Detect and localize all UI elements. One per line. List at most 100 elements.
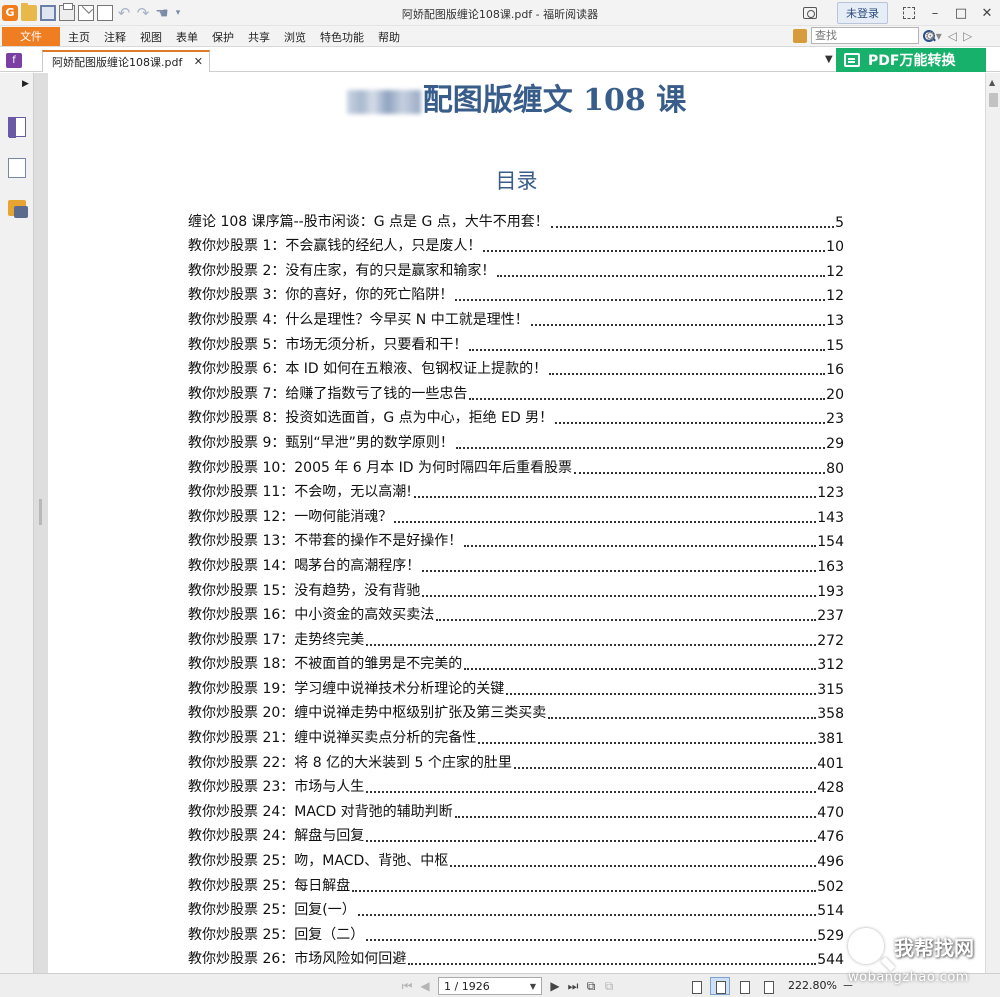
- vertical-scrollbar[interactable]: ▲: [985, 73, 1000, 973]
- menu-comment[interactable]: 注释: [104, 29, 126, 45]
- toc-entry[interactable]: 教你炒股票 7：给赚了指数亏了钱的一些忠告 20: [188, 378, 844, 403]
- comments-panel-icon[interactable]: [8, 200, 28, 218]
- toc-entry-title: 教你炒股票 6：本 ID 如何在五粮液、包钢权证上提款的！: [188, 361, 548, 378]
- toc-entry[interactable]: 教你炒股票 8：投资如选面首，G 点为中心，拒绝 ED 男！ 23: [188, 403, 844, 427]
- toc-entry-page: 20: [826, 386, 844, 403]
- toc-entry-page: 29: [826, 435, 844, 452]
- toc-entry-page: 193: [817, 583, 844, 600]
- toc-entry[interactable]: 教你炒股票 17：走势终完美 272: [188, 624, 844, 649]
- fullscreen-icon[interactable]: [903, 7, 915, 19]
- toc-entry[interactable]: 教你炒股票 24：MACD 对背弛的辅助判断 470: [188, 796, 844, 821]
- pdf-convert-promo-button[interactable]: PDF万能转换: [836, 48, 986, 72]
- toc-entry[interactable]: 教你炒股票 15：没有趋势，没有背驰 193: [188, 575, 844, 600]
- sidebar-splitter[interactable]: [34, 73, 48, 973]
- toc-entry[interactable]: 教你炒股票 2：没有庄家，有的只是赢家和输家！ 12: [188, 255, 844, 280]
- toc-entry-page: 544: [817, 952, 844, 969]
- toc-entry-page: 10: [826, 239, 844, 256]
- toc-entry[interactable]: 教你炒股票 4：什么是理性？今早买 N 中工就是理性！ 13: [188, 304, 844, 329]
- toc-entry[interactable]: 教你炒股票 10：2005 年 6 月本 ID 为何时隔四年后重看股票 80: [188, 452, 844, 477]
- single-page-view-icon[interactable]: [686, 977, 706, 995]
- toc-entry[interactable]: 教你炒股票 13：不带套的操作不是好操作！ 154: [188, 526, 844, 550]
- page-number-input[interactable]: 1 / 1926 ▼: [438, 977, 542, 995]
- toc-entry-title: 教你炒股票 7：给赚了指数亏了钱的一些忠告: [188, 385, 468, 402]
- toc-entry-page: 15: [826, 337, 844, 354]
- search-input[interactable]: [811, 27, 919, 44]
- previous-view-icon[interactable]: ◁: [948, 29, 957, 43]
- menu-file[interactable]: 文件: [2, 27, 60, 46]
- page-thumbnails-icon[interactable]: [5, 155, 26, 178]
- toc-entry-page: 502: [817, 878, 844, 895]
- continuous-facing-view-icon[interactable]: [758, 977, 778, 995]
- toc-entry[interactable]: 教你炒股票 3：你的喜好，你的死亡陷阱！ 12: [188, 280, 844, 304]
- toc-entry[interactable]: 教你炒股票 24：解盘与回复 476: [188, 821, 844, 845]
- toc-entry[interactable]: 教你炒股票 12：一吻何能消魂？ 143: [188, 501, 844, 526]
- site-watermark: 我帮找网 wobangzhao.com: [848, 926, 998, 996]
- toc-entry[interactable]: 教你炒股票 11：不会吻，无以高潮! 123: [188, 477, 844, 501]
- menu-share[interactable]: 共享: [248, 29, 270, 45]
- next-page-icon[interactable]: ▶: [546, 979, 564, 993]
- toc-entry-title: 教你炒股票 25：吻，MACD、背弛、中枢: [188, 853, 449, 870]
- tab-list-chevron-icon[interactable]: ▼: [825, 54, 833, 65]
- toc-entry[interactable]: 缠论 108 课序篇--股市闲谈：G 点是 G 点，大牛不用套！ 5: [188, 206, 844, 231]
- search-mode-icon[interactable]: [793, 28, 807, 43]
- toc-entry[interactable]: 教你炒股票 16：中小资金的高效买卖法 237: [188, 600, 844, 624]
- watermark-cn: 我帮找网: [894, 936, 974, 960]
- toc-entry[interactable]: 教你炒股票 5：市场无须分析，只要看和干！ 15: [188, 329, 844, 354]
- menu-view[interactable]: 视图: [140, 29, 162, 45]
- previous-page-icon[interactable]: ◀: [416, 979, 434, 993]
- zoom-level[interactable]: 222.80%: [788, 979, 837, 992]
- facing-view-icon[interactable]: [734, 977, 754, 995]
- login-button[interactable]: 未登录: [837, 2, 888, 24]
- maximize-button[interactable]: □: [948, 2, 974, 24]
- settings-gear-icon[interactable]: ⚙▾: [925, 29, 942, 43]
- menu-browse[interactable]: 浏览: [284, 29, 306, 45]
- next-view-status-icon[interactable]: ⧉: [600, 979, 618, 994]
- toc-entry[interactable]: 教你炒股票 25：每日解盘 502: [188, 870, 844, 895]
- next-view-icon[interactable]: ▷: [963, 29, 972, 43]
- toc-entry[interactable]: 教你炒股票 25：吻，MACD、背弛、中枢 496: [188, 845, 844, 870]
- toc-entry[interactable]: 教你炒股票 20：缠中说禅走势中枢级别扩张及第三类买卖 358: [188, 698, 844, 722]
- page-layout-buttons: [686, 977, 782, 995]
- menu-form[interactable]: 表单: [176, 29, 198, 45]
- toc-entry[interactable]: 教你炒股票 1：不会赢钱的经纪人，只是废人！ 10: [188, 231, 844, 256]
- toc-entry[interactable]: 教你炒股票 22：将 8 亿的大米装到 5 个庄家的肚里 401: [188, 747, 844, 772]
- toc-entry[interactable]: 教你炒股票 25：回复（二） 529: [188, 919, 844, 944]
- menu-protect[interactable]: 保护: [212, 29, 234, 45]
- toc-entry-page: 16: [826, 362, 844, 379]
- page-dropdown-chevron-icon[interactable]: ▼: [530, 982, 536, 991]
- toc-entry[interactable]: 教你炒股票 21：缠中说禅买卖点分析的完备性 381: [188, 722, 844, 747]
- toc-entry[interactable]: 教你炒股票 23：市场与人生 428: [188, 772, 844, 796]
- scrollbar-thumb[interactable]: [989, 93, 998, 107]
- toc-entry[interactable]: 教你炒股票 25：回复(一） 514: [188, 895, 844, 919]
- toc-entry[interactable]: 教你炒股票 19：学习缠中说禅技术分析理论的关键 315: [188, 673, 844, 698]
- toc-dot-leader: [506, 692, 817, 695]
- first-page-icon[interactable]: ⏮: [398, 979, 416, 994]
- menu-help[interactable]: 帮助: [378, 29, 400, 45]
- toc-entry[interactable]: 教你炒股票 9：甄别“早泄”男的数学原则！ 29: [188, 427, 844, 452]
- toc-entry[interactable]: 教你炒股票 18：不被面首的雏男是不完美的 312: [188, 649, 844, 673]
- expand-sidebar-icon[interactable]: ▶: [22, 79, 29, 89]
- continuous-view-icon[interactable]: [710, 977, 730, 995]
- close-tab-icon[interactable]: ✕: [194, 55, 203, 68]
- menu-features[interactable]: 特色功能: [320, 29, 364, 45]
- menu-home[interactable]: 主页: [68, 29, 90, 45]
- toc-entry-page: 272: [817, 632, 844, 649]
- last-page-icon[interactable]: ⏭: [564, 979, 582, 994]
- toc-dot-leader: [394, 520, 817, 523]
- minimize-button[interactable]: –: [922, 2, 948, 24]
- bookmark-panel-icon[interactable]: [8, 117, 26, 138]
- close-window-button[interactable]: ✕: [974, 2, 1000, 24]
- search-area: [793, 27, 936, 44]
- toc-entry[interactable]: 教你炒股票 26：市场风险如何回避 544: [188, 944, 844, 969]
- toc-entry[interactable]: 教你炒股票 6：本 ID 如何在五粮液、包钢权证上提款的！ 16: [188, 354, 844, 379]
- toc-dot-leader: [422, 569, 817, 572]
- toc-entry[interactable]: 教你炒股票 14：喝茅台的高潮程序！ 163: [188, 550, 844, 575]
- skin-icon[interactable]: [803, 7, 817, 19]
- toc-dot-leader: [469, 348, 826, 351]
- scroll-up-arrow-icon[interactable]: ▲: [989, 78, 995, 87]
- document-tab[interactable]: 阿娇配图版缠论108课.pdf ✕: [42, 50, 210, 72]
- toc-dot-leader: [548, 717, 817, 720]
- previous-view-status-icon[interactable]: ⧉: [582, 979, 600, 994]
- toc-entry-title: 教你炒股票 25：回复(一）: [188, 902, 356, 919]
- document-view: 配图版缠文 108 课 目录 缠论 108 课序篇--股市闲谈：G 点是 G 点…: [48, 73, 985, 973]
